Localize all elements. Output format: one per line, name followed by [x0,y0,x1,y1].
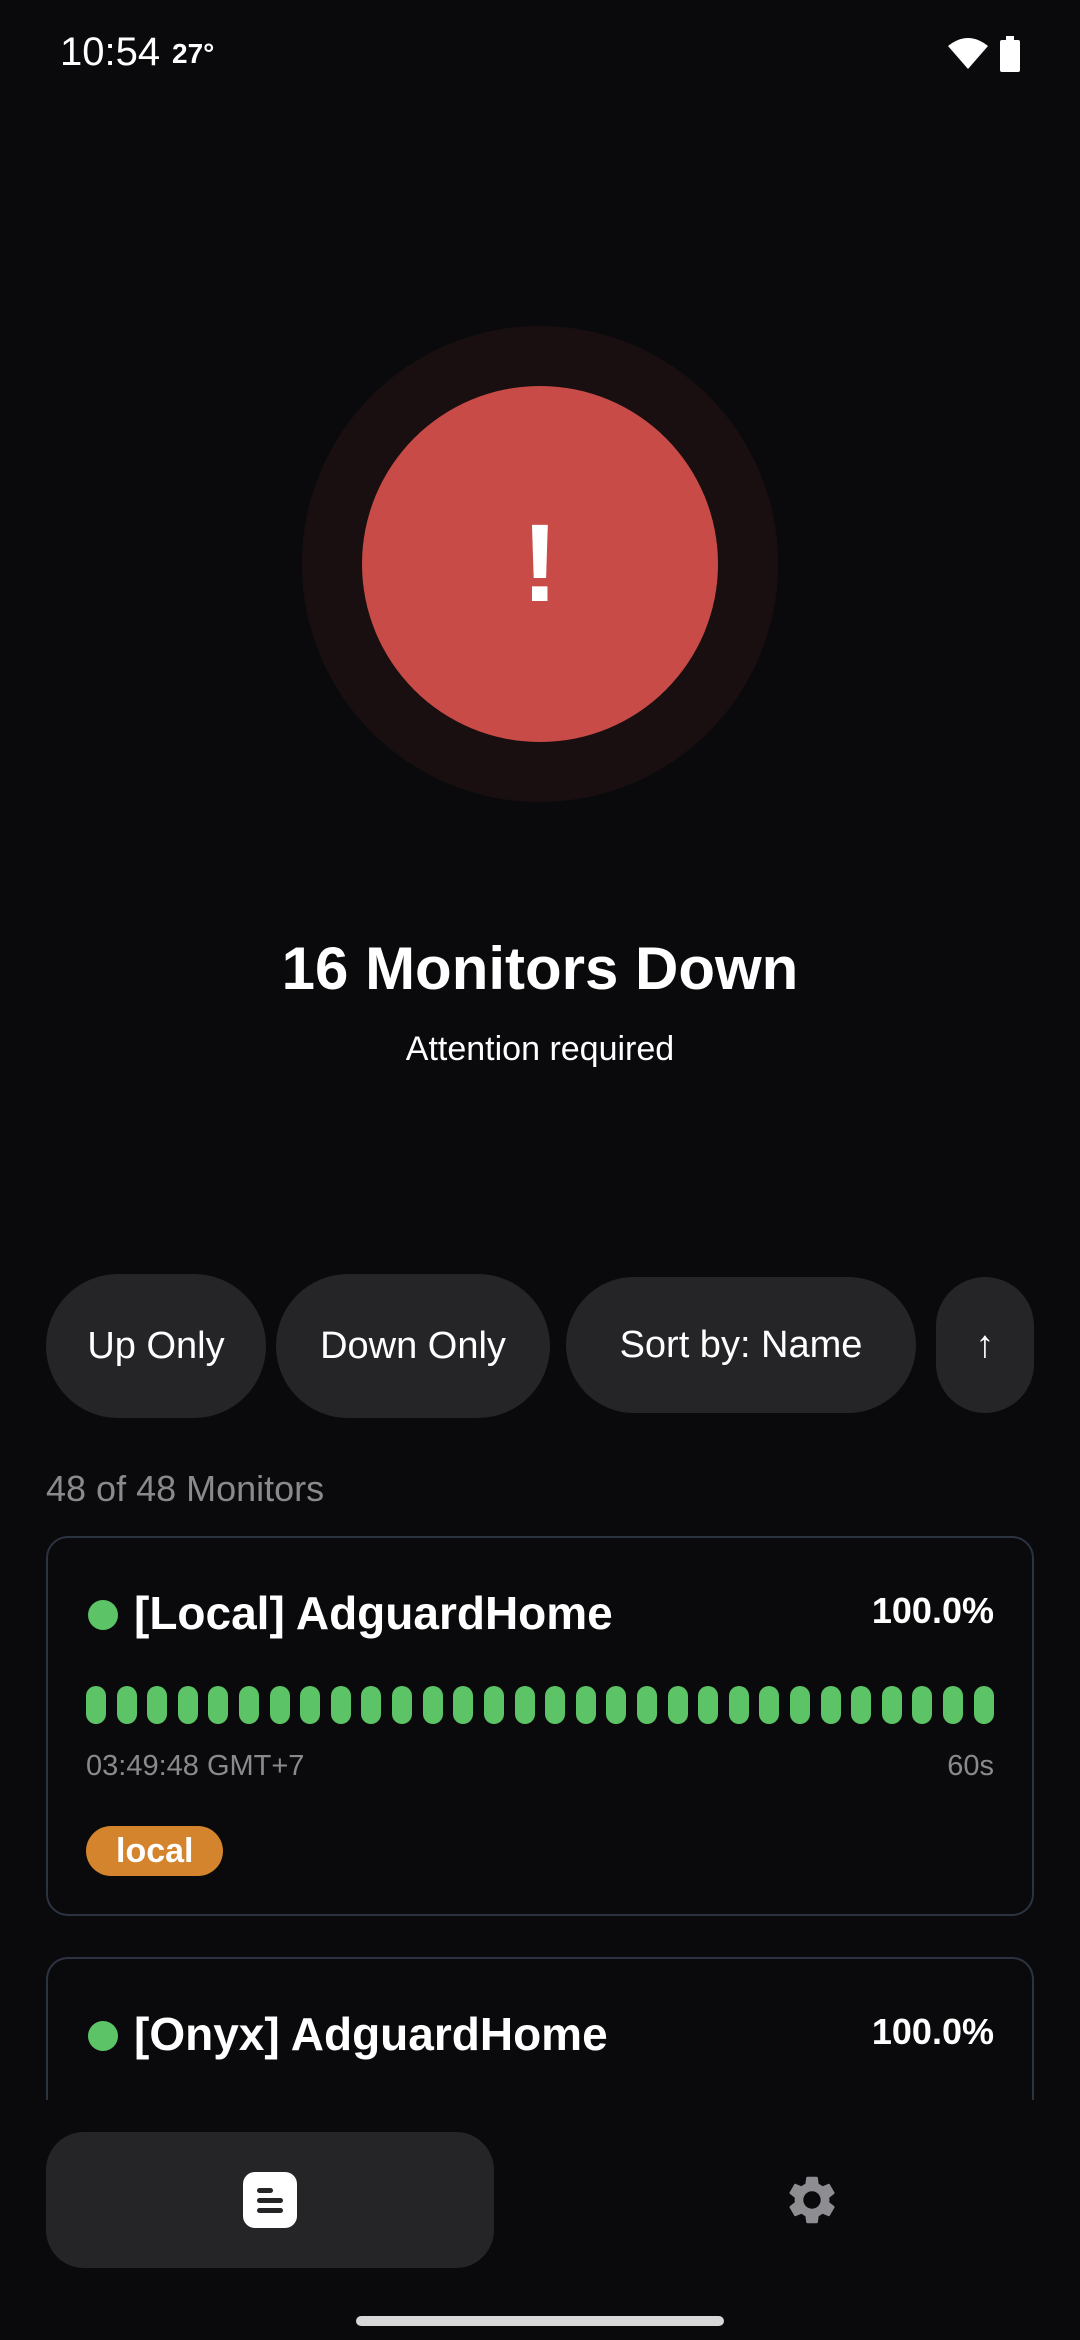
sort-direction-button[interactable]: ↑ [936,1277,1034,1413]
heartbeat-beat [973,1686,994,1724]
document-icon [243,2172,297,2228]
heartbeat-beat [392,1686,413,1724]
heartbeat-beat [269,1686,290,1724]
heartbeat-beat [116,1686,137,1724]
heartbeat-beat [667,1686,688,1724]
heartbeat-beat [728,1686,749,1724]
heartbeat-beat [759,1686,780,1724]
heartbeat-beat [422,1686,443,1724]
heartbeat-beat [300,1686,321,1724]
status-subtitle: Attention required [405,1030,675,1068]
heartbeat-bar [86,1686,994,1726]
monitor-name: [Onyx] AdguardHome [134,2008,608,2060]
home-indicator[interactable] [356,2316,724,2326]
heartbeat-beat [483,1686,504,1724]
monitor-name: [Local] AdguardHome [134,1587,613,1639]
monitor-interval: 60s [947,1750,994,1782]
monitor-uptime: 100.0% [871,1590,994,1631]
heartbeat-beat [545,1686,566,1724]
heartbeat-beat [208,1686,229,1724]
status-dot [88,2021,118,2051]
heartbeat-beat [851,1686,872,1724]
nav-settings-tab[interactable] [762,2170,862,2230]
heartbeat-beat [912,1686,933,1724]
status-title: 16 Monitors Down [281,935,799,1002]
heartbeat-beat [820,1686,841,1724]
heartbeat-beat [636,1686,657,1724]
heartbeat-beat [943,1686,964,1724]
nav-monitors-tab[interactable] [46,2132,494,2268]
filter-down-only-button[interactable]: Down Only [276,1274,550,1418]
battery-icon [1000,36,1020,72]
monitor-tag: local [86,1826,224,1876]
heartbeat-beat [177,1686,198,1724]
heartbeat-beat [514,1686,535,1724]
heartbeat-beat [361,1686,382,1724]
monitor-uptime: 100.0% [871,2011,994,2052]
status-temperature: 27° [172,38,215,69]
status-dot [88,1600,118,1630]
monitor-count: 48 of 48 Monitors [46,1468,325,1509]
exclamation-icon: ! [521,502,559,625]
heartbeat-beat [330,1686,351,1724]
heartbeat-beat [147,1686,168,1724]
status-time: 10:54 [60,30,161,74]
sort-by-button[interactable]: Sort by: Name [566,1277,916,1413]
status-circle: ! [362,386,718,742]
heartbeat-beat [698,1686,719,1724]
filter-up-only-button[interactable]: Up Only [46,1274,266,1418]
heartbeat-beat [453,1686,474,1724]
heartbeat-beat [606,1686,627,1724]
monitor-last-check: 03:49:48 GMT+7 [86,1750,305,1782]
heartbeat-beat [790,1686,811,1724]
heartbeat-beat [239,1686,260,1724]
heartbeat-beat [86,1686,106,1724]
heartbeat-beat [575,1686,596,1724]
wifi-icon [948,38,988,69]
heartbeat-beat [881,1686,902,1724]
gear-icon [789,2176,835,2224]
